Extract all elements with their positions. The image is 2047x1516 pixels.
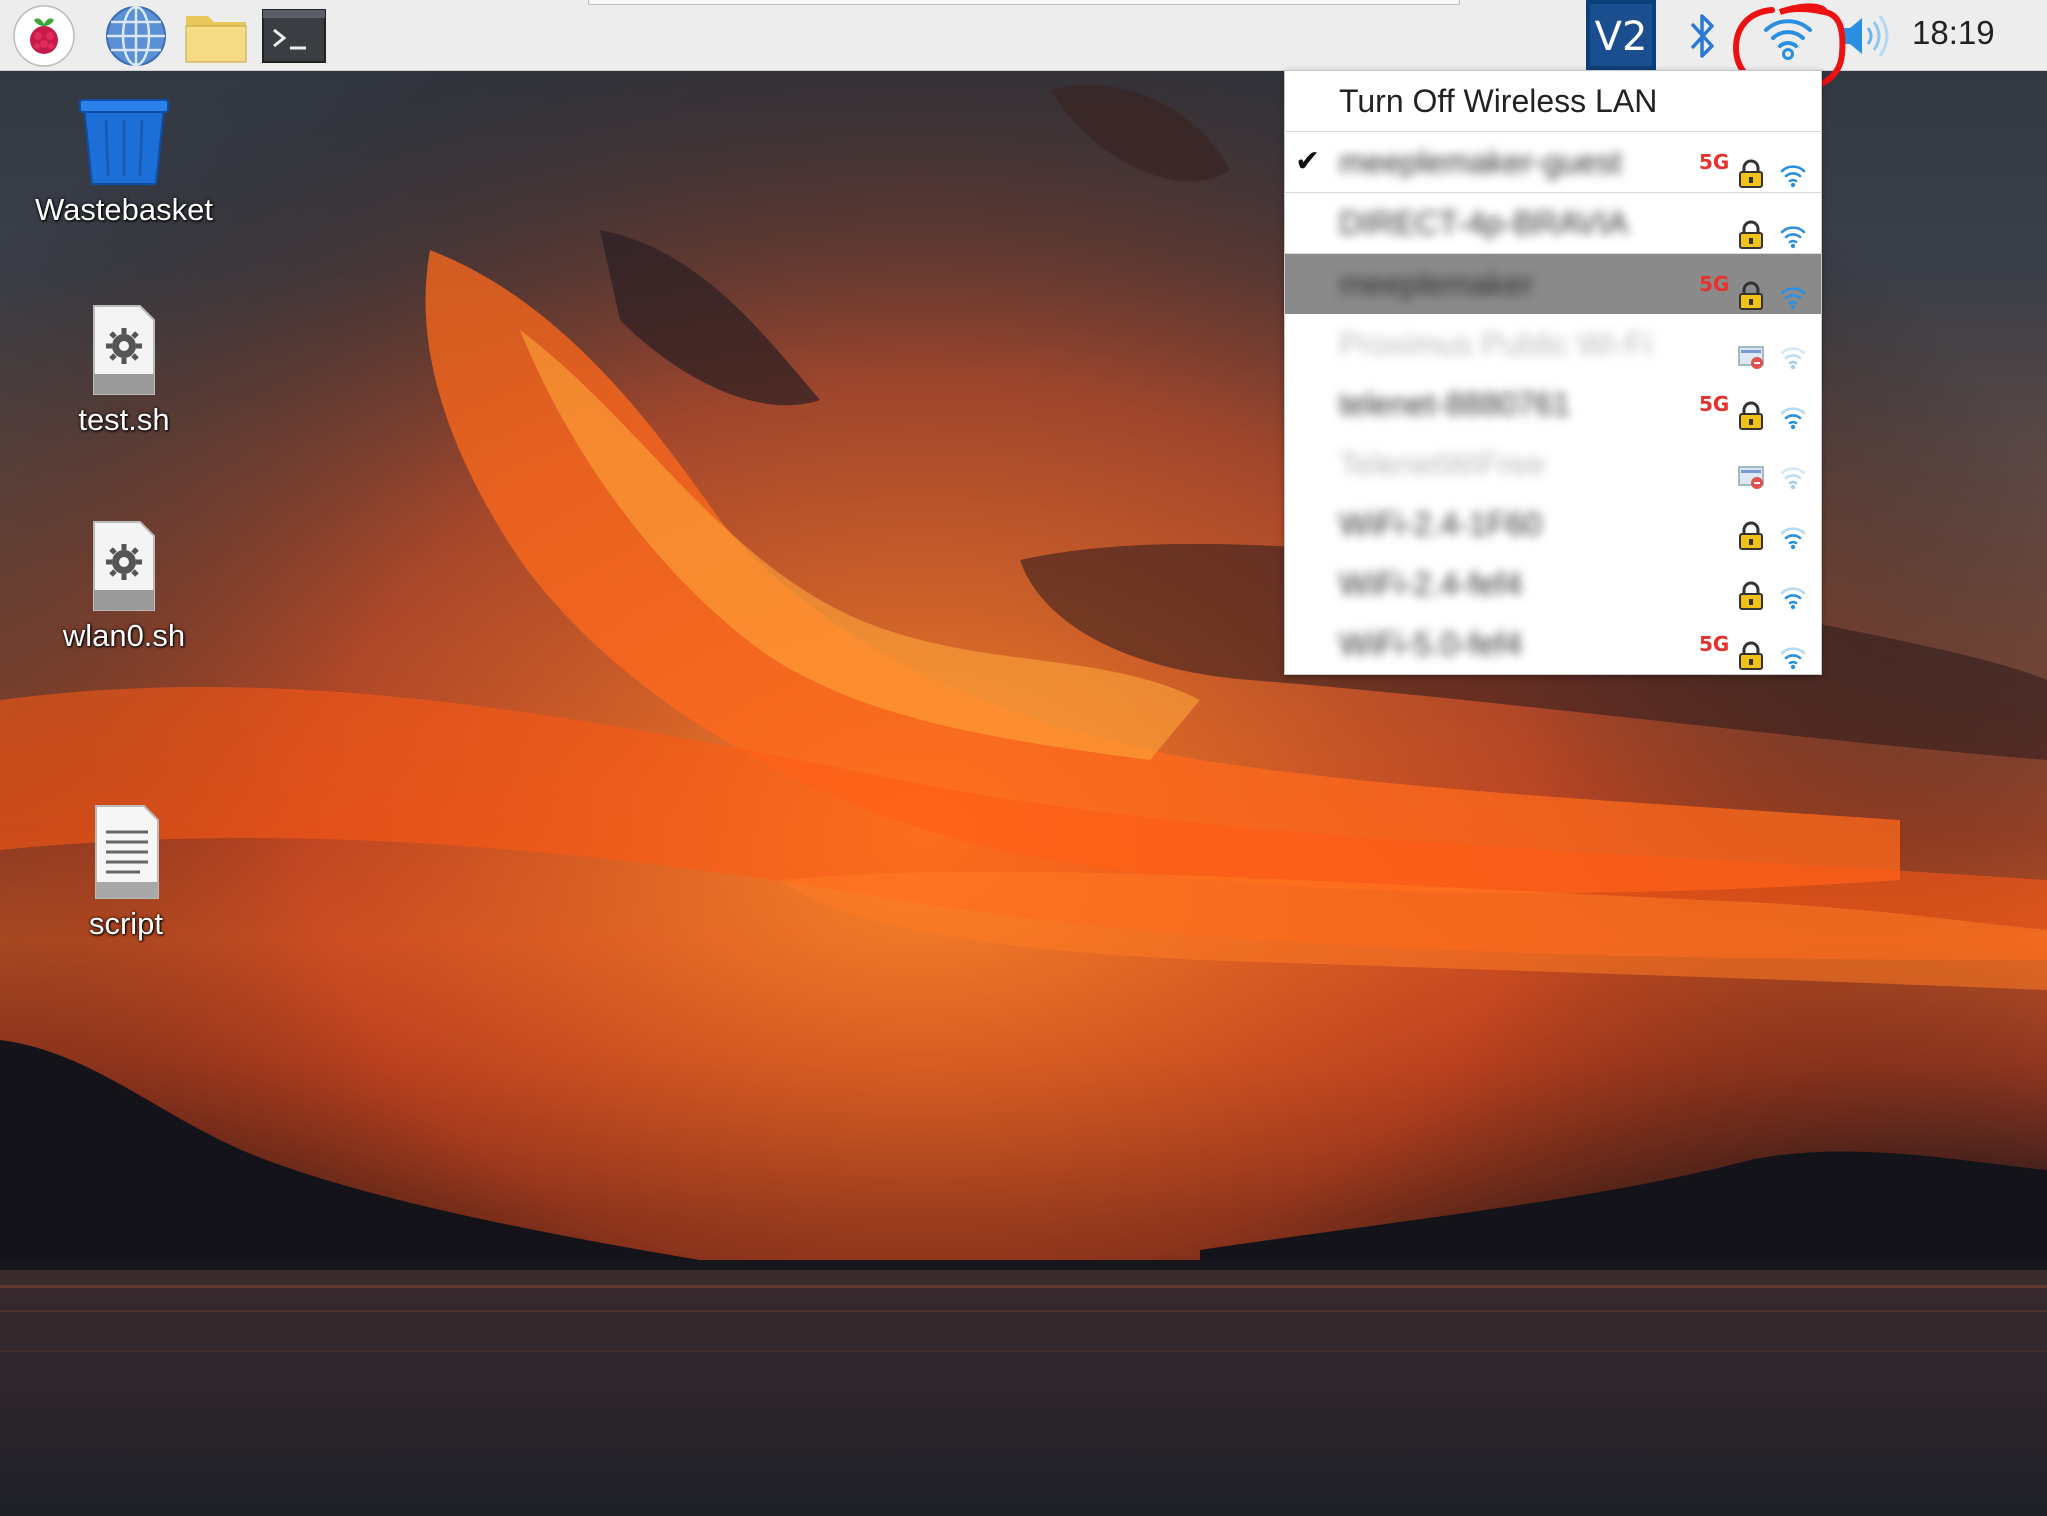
desktop-item-label: Wastebasket	[34, 192, 214, 227]
desktop-item-script[interactable]: script	[26, 802, 226, 942]
network-item[interactable]: WiFi-5.0-fef4 5G	[1285, 614, 1821, 674]
band-badge: 5G	[1699, 632, 1730, 656]
network-item[interactable]: Proximus Public Wi-Fi	[1285, 314, 1821, 374]
terminal-icon[interactable]	[262, 4, 326, 68]
vnc-label: V2	[1595, 14, 1648, 60]
desktop-item-wastebasket[interactable]: Wastebasket	[24, 96, 224, 228]
turn-off-wireless-item[interactable]: Turn Off Wireless LAN	[1285, 71, 1821, 132]
network-item[interactable]: TelenetWiFree	[1285, 434, 1821, 494]
lock-icon	[1737, 390, 1765, 430]
public-network-icon	[1737, 450, 1765, 489]
wifi-signal-icon	[1779, 330, 1807, 370]
desktop-item-test-sh[interactable]: test.sh	[24, 302, 224, 438]
network-ssid: meeplemaker-guest	[1339, 144, 1622, 180]
lock-icon	[1737, 270, 1765, 310]
network-ssid: DIRECT-4p-BRAVIA	[1339, 205, 1629, 241]
public-network-icon	[1737, 330, 1765, 369]
bluetooth-icon[interactable]	[1682, 8, 1722, 64]
lock-icon	[1737, 570, 1765, 610]
band-badge: 5G	[1699, 150, 1730, 174]
desktop-item-wlan0-sh[interactable]: wlan0.sh	[24, 518, 224, 654]
network-ssid: WiFi-5.0-fef4	[1339, 626, 1523, 662]
network-ssid: TelenetWiFree	[1339, 446, 1546, 482]
lock-icon	[1737, 630, 1765, 670]
wifi-signal-icon	[1779, 570, 1807, 610]
wifi-signal-icon	[1779, 270, 1807, 310]
globe-icon[interactable]	[104, 4, 168, 68]
network-list: ✔ meeplemaker-guest 5G DIRECT-4p-BRAVIA meep…	[1285, 132, 1821, 674]
network-item[interactable]: DIRECT-4p-BRAVIA	[1285, 193, 1821, 254]
wifi-signal-icon	[1779, 450, 1807, 490]
network-item[interactable]: WiFi-2.4-fef4	[1285, 554, 1821, 614]
network-item[interactable]: WiFi-2.4-1F60	[1285, 494, 1821, 554]
desktop-item-label: script	[88, 906, 164, 941]
lock-icon	[1737, 209, 1765, 249]
script-gear-icon	[93, 305, 155, 395]
network-ssid: WiFi-2.4-1F60	[1339, 506, 1542, 542]
network-ssid: meeplemaker	[1339, 266, 1533, 302]
network-item[interactable]: telenet-8880761 5G	[1285, 374, 1821, 434]
network-ssid: Proximus Public Wi-Fi	[1339, 326, 1652, 362]
wifi-network-menu: Turn Off Wireless LAN ✔ meeplemaker-guest…	[1284, 70, 1822, 675]
wifi-signal-icon	[1779, 148, 1807, 188]
vnc-icon[interactable]: V2	[1586, 0, 1656, 70]
band-badge: 5G	[1699, 272, 1730, 296]
wifi-signal-icon	[1779, 510, 1807, 550]
wifi-signal-icon	[1779, 630, 1807, 670]
network-ssid: telenet-8880761	[1339, 386, 1571, 422]
raspberry-icon[interactable]	[12, 4, 76, 68]
network-item[interactable]: ✔ meeplemaker-guest 5G	[1285, 132, 1821, 193]
desktop-item-label: wlan0.sh	[62, 618, 186, 653]
script-gear-icon	[93, 521, 155, 611]
network-ssid: WiFi-2.4-fef4	[1339, 566, 1523, 602]
lock-icon	[1737, 510, 1765, 550]
folder-icon[interactable]	[184, 4, 248, 68]
network-item[interactable]: meeplemaker 5G	[1285, 254, 1821, 314]
checkmark-icon: ✔	[1295, 145, 1321, 178]
wifi-signal-icon	[1779, 390, 1807, 430]
wifi-signal-icon	[1779, 209, 1807, 249]
lock-icon	[1737, 148, 1765, 188]
clock[interactable]: 18:19	[1912, 14, 1995, 52]
desktop-item-label: test.sh	[78, 402, 170, 437]
trash-icon	[79, 99, 169, 185]
window-list-strip[interactable]	[588, 0, 1460, 5]
band-badge: 5G	[1699, 392, 1730, 416]
text-file-icon	[95, 805, 159, 899]
